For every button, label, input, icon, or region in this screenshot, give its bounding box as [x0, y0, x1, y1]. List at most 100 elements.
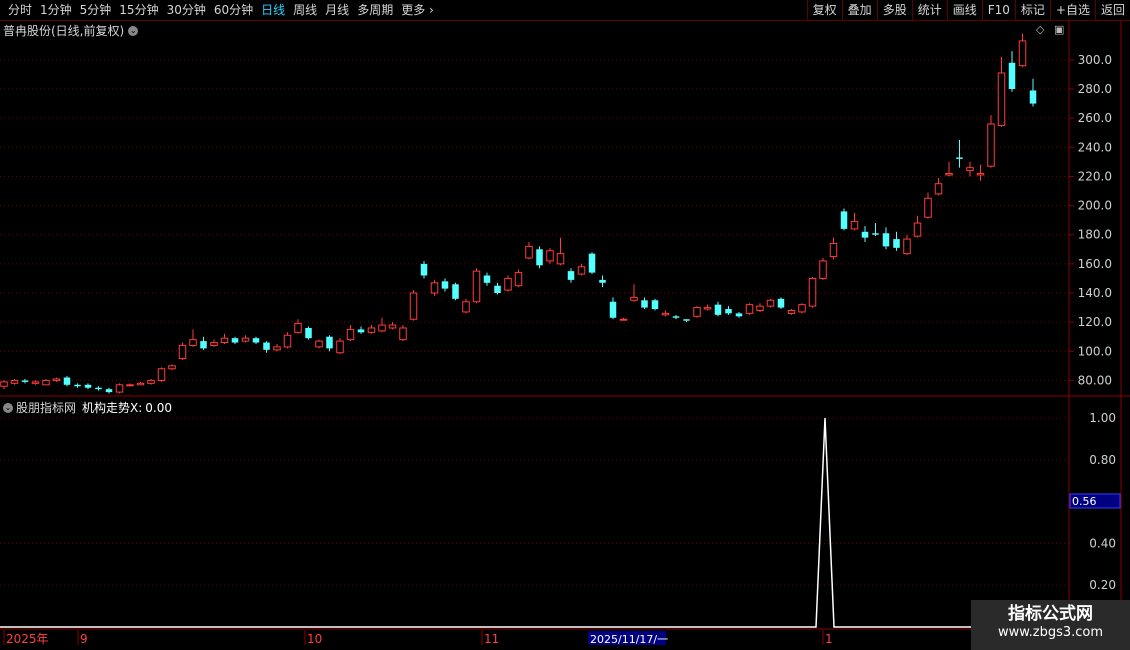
candle-body-down: [1008, 62, 1016, 89]
candle-body-down: [305, 327, 312, 339]
candle-body-up: [336, 340, 344, 354]
candle-body-down: [777, 298, 785, 308]
candle-body-down: [231, 338, 239, 343]
time-label: 11: [484, 632, 499, 646]
cursor-value: 0.56: [1072, 495, 1097, 508]
candle-body-up: [388, 324, 397, 329]
candle-body-up: [147, 379, 155, 384]
candle-body-up: [399, 327, 407, 341]
candle-body-down: [714, 304, 722, 315]
candle-body-down: [200, 341, 207, 349]
candle-body-up: [409, 292, 418, 320]
price-label: 220.0: [1078, 169, 1112, 183]
time-label: 9: [80, 632, 88, 646]
candle-body-down: [74, 384, 81, 387]
candle-body-down: [105, 389, 113, 393]
candle-body-up: [168, 365, 176, 370]
candle-body-down: [21, 380, 29, 382]
candle-body-up: [189, 339, 197, 346]
candle-body-down: [588, 253, 596, 273]
candle-body-up: [630, 296, 638, 301]
candle-body-up: [976, 173, 985, 176]
candle-body-down: [252, 338, 260, 343]
candle-body-up: [157, 368, 166, 381]
candle-body-up: [115, 384, 124, 393]
candle-body-up: [430, 282, 439, 294]
kline-chart[interactable]: 300.0 280.0 260.0 240.0 220.0 200.0 180.0 160.0…: [0, 0, 1130, 650]
time-label: 1: [825, 632, 833, 646]
candle-body-up: [829, 242, 838, 258]
candle-body-up: [577, 266, 586, 275]
candle-body-up: [10, 379, 19, 384]
candle-body-down: [882, 233, 890, 247]
price-label: 180.0: [1078, 228, 1112, 242]
candle-body-up: [220, 337, 229, 344]
time-cursor-date: 2025/11/17/一: [590, 633, 668, 646]
candle-body-up: [546, 250, 554, 262]
candle-body-up: [703, 307, 712, 310]
candle-body-up: [745, 304, 754, 314]
candle-body-up: [819, 260, 827, 279]
candle-body-up: [945, 173, 953, 176]
indicator-label: 0.40: [1089, 536, 1116, 550]
candle-body-up: [913, 222, 922, 237]
candle-body-down: [263, 342, 270, 350]
price-label: 160.0: [1078, 257, 1112, 271]
candle-body-up: [42, 379, 50, 386]
candle-body-up: [0, 381, 8, 387]
indicator-label: 0.80: [1089, 453, 1116, 467]
candle-body-up: [378, 324, 386, 332]
candle-body-down: [536, 249, 543, 266]
price-label: 200.0: [1078, 199, 1112, 213]
candle-body-up: [850, 221, 859, 230]
candle-body-down: [725, 309, 732, 314]
candle-body-down: [357, 329, 365, 333]
candle-body-down: [494, 285, 501, 293]
candle-body-up: [1018, 40, 1027, 67]
candle-body-up: [798, 304, 806, 313]
candle-body-down: [441, 281, 449, 289]
price-label: 140.0: [1078, 286, 1112, 300]
candle-body-down: [672, 316, 680, 318]
candle-body-up: [31, 381, 40, 384]
candle-body-down: [651, 300, 659, 310]
candle-body-down: [609, 301, 617, 318]
candle-body-up: [556, 253, 565, 265]
candle-body-down: [63, 377, 71, 385]
watermark-title: 指标公式网: [1008, 604, 1093, 624]
candle-body-up: [283, 334, 292, 348]
price-label: 80.00: [1078, 373, 1112, 387]
candle-body-up: [462, 301, 470, 313]
candle-body-up: [766, 299, 775, 307]
watermark: 指标公式网 www.zbgs3.com: [971, 600, 1130, 650]
candle-body-down: [872, 233, 879, 235]
candle-body-up: [136, 382, 145, 386]
candle-body-up: [126, 384, 134, 387]
candle-body-up: [619, 318, 628, 321]
candle-body-up: [997, 72, 1006, 126]
time-label: 2025年: [6, 632, 49, 646]
candle-body-up: [903, 238, 911, 255]
candle-body-up: [924, 197, 932, 218]
price-label: 300.0: [1078, 53, 1112, 67]
candle-body-down: [420, 263, 428, 276]
indicator-label: 1.00: [1089, 411, 1116, 425]
candle-body-up: [273, 346, 281, 351]
price-label: 240.0: [1078, 140, 1112, 154]
candle-body-up: [178, 344, 187, 360]
candle-body-up: [966, 167, 974, 172]
indicator-label: 0.20: [1089, 578, 1116, 592]
candle-body-up: [367, 327, 376, 333]
candle-body-down: [956, 157, 963, 159]
candle-body-down: [326, 336, 333, 349]
candle-body-down: [95, 387, 102, 390]
candle-body-up: [52, 378, 61, 381]
candle-body-down: [683, 319, 690, 321]
candle-body-down: [735, 313, 743, 317]
candle-body-up: [294, 323, 302, 333]
time-label: 10: [307, 632, 322, 646]
candle-body-up: [472, 270, 481, 303]
indicator-series-line: [0, 417, 1069, 628]
candle-body-up: [808, 277, 817, 307]
candle-body-down: [599, 279, 606, 283]
